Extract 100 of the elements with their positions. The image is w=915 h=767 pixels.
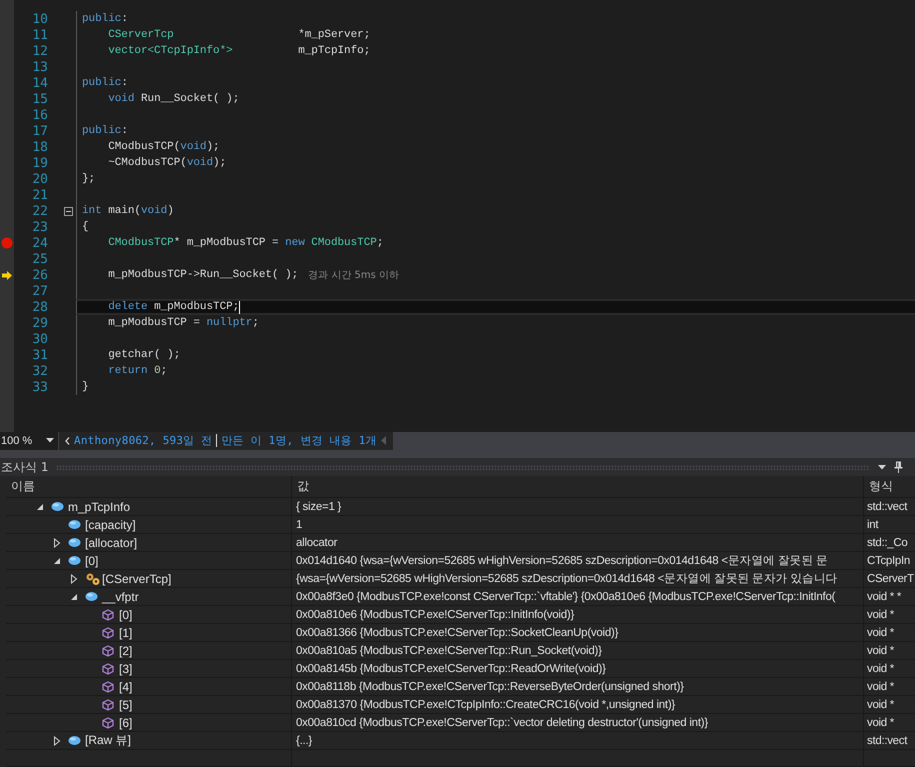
code-line: m_pModbusTCP = nullptr;	[107, 317, 259, 329]
line-number: 24	[31, 236, 48, 250]
code-line: return 0;	[107, 365, 168, 377]
dropdown-caret-icon	[46, 438, 54, 444]
code-line: ~CModbusTCP(void);	[107, 157, 226, 169]
expanded-arrow-icon[interactable]	[53, 556, 61, 564]
line-number: 18	[31, 140, 48, 154]
variable-name: [0]	[85, 554, 98, 568]
column-header[interactable]: 이름	[6, 476, 291, 497]
variable-type: std::_Co	[867, 536, 908, 548]
line-number: 10	[31, 12, 48, 26]
cube-icon	[102, 698, 114, 710]
pin-icon[interactable]	[894, 461, 903, 473]
variable-type: void *	[867, 662, 894, 674]
line-number: 20	[31, 172, 48, 186]
code-line: vector<CTcpIpInfo*> m_pTcpInfo;	[107, 45, 370, 57]
cube-icon	[102, 680, 114, 692]
breakpoint-icon[interactable]	[1, 237, 13, 249]
zoom-dropdown[interactable]: 100 %	[0, 432, 58, 450]
variable-value: 0x00a810e6 {ModbusTCP.exe!CServerTcp::InitInfo(void)}	[296, 608, 574, 620]
code-line: CModbusTCP(void);	[107, 141, 220, 153]
collapsed-arrow-icon[interactable]	[53, 538, 61, 548]
field-icon	[85, 591, 98, 602]
variable-name: [2]	[119, 644, 132, 658]
variable-value: 0x00a8145b {ModbusTCP.exe!CServerTcp::ReadOrWrite(void)}	[296, 662, 606, 674]
variable-name: [capacity]	[85, 518, 136, 532]
line-number: 11	[31, 28, 48, 42]
variable-name: [4]	[119, 680, 132, 694]
line-number: 26	[31, 268, 48, 282]
line-number: 14	[31, 76, 48, 90]
variable-type: void *	[867, 680, 894, 692]
code-line: delete m_pModbusTCP;	[107, 301, 240, 313]
variable-value: 0x00a81366 {ModbusTCP.exe!CServerTcp::SocketCleanUp(void)}	[296, 626, 618, 638]
collapsed-arrow-icon[interactable]	[70, 574, 78, 584]
line-number: 15	[31, 92, 48, 106]
column-header[interactable]: 값	[291, 476, 863, 497]
variable-value: {wsa={wVersion=52685 wHighVersion=52685 szDescription=0x014d1648 <문자열에 잘못된 문자가 있습니다	[296, 572, 838, 586]
collapse-icon[interactable]	[64, 206, 73, 216]
code-line: }	[82, 381, 89, 393]
variable-type: int	[867, 518, 878, 530]
variable-type: void *	[867, 644, 894, 656]
line-number: 29	[31, 316, 48, 330]
field-icon	[68, 519, 81, 530]
collapsed-arrow-icon[interactable]	[53, 736, 61, 746]
line-number: 27	[31, 284, 48, 298]
variable-type: void *	[867, 626, 894, 638]
variable-value: 0x014d1640 {wsa={wVersion=52685 wHighVersion=52685 szDescription=0x014d1648 <문자열에 잘못된 문	[296, 554, 828, 568]
code-line: int main(void)	[82, 205, 174, 217]
chevron-left-icon	[65, 436, 70, 445]
code-line: CServerTcp *m_pServer;	[107, 29, 370, 41]
variable-name: __vfptr	[102, 590, 139, 604]
line-number: 12	[31, 44, 48, 58]
expanded-arrow-icon[interactable]	[70, 592, 78, 600]
variable-type: void *	[867, 698, 894, 710]
variable-value: {...}	[296, 734, 312, 746]
variable-value: 1	[296, 518, 302, 530]
field-icon	[68, 735, 81, 746]
code-line: m_pModbusTCP->Run__Socket( );	[107, 269, 298, 281]
line-number: 33	[31, 380, 48, 394]
line-number: 21	[31, 188, 48, 202]
variable-name: [0]	[119, 608, 132, 622]
variable-value: 0x00a81370 {ModbusTCP.exe!CTcpIpInfo::CreateCRC16(void *,unsigned int)}	[296, 698, 676, 710]
line-number: 30	[31, 332, 48, 346]
line-number: 19	[31, 156, 48, 170]
field-icon	[68, 555, 81, 566]
code-line: public:	[82, 13, 128, 25]
variable-value: allocator	[296, 536, 338, 548]
line-number: 32	[31, 364, 48, 378]
code-line: void Run__Socket( );	[107, 93, 240, 105]
line-number: 25	[31, 252, 48, 266]
code-line: public:	[82, 77, 128, 89]
line-number: 17	[31, 124, 48, 138]
line-number: 22	[31, 204, 48, 218]
code-line: {	[82, 221, 89, 233]
variable-type: void * *	[867, 590, 902, 602]
variable-name: m_pTcpInfo	[68, 500, 130, 514]
variable-name: [3]	[119, 662, 132, 676]
cube-icon	[102, 716, 114, 728]
dropdown-caret-icon[interactable]	[878, 464, 886, 470]
variable-value: 0x00a8118b {ModbusTCP.exe!CServerTcp::ReverseByteOrder(unsigned short)}	[296, 680, 684, 692]
variable-type: std::vect	[867, 734, 908, 746]
line-number: 16	[31, 108, 48, 122]
column-header[interactable]: 형식	[863, 476, 915, 497]
panel-title: 조사식 1	[1, 458, 48, 476]
variable-name: [Raw 뷰]	[85, 732, 132, 749]
codelens-author[interactable]: Anthony8062, 593일 전	[74, 433, 212, 448]
cube-icon	[102, 644, 114, 656]
variable-name: [1]	[119, 626, 132, 640]
variable-type: void *	[867, 608, 894, 620]
line-number: 23	[31, 220, 48, 234]
variable-name: [allocator]	[85, 536, 138, 550]
variable-type: void *	[867, 716, 894, 728]
variable-value: 0x00a810a5 {ModbusTCP.exe!CServerTcp::Run_Socket(void)}	[296, 644, 602, 656]
codelens-changes[interactable]: 만든 이 1명, 변경 내용 1개	[221, 433, 377, 448]
line-number: 28	[31, 300, 48, 314]
expanded-arrow-icon[interactable]	[36, 502, 44, 510]
variable-value: { size=1 }	[296, 500, 342, 512]
elapsed-time-hint: 경과 시간 5ms 이하	[308, 269, 400, 282]
field-icon	[51, 501, 64, 512]
variable-type: CServerT	[867, 572, 914, 584]
